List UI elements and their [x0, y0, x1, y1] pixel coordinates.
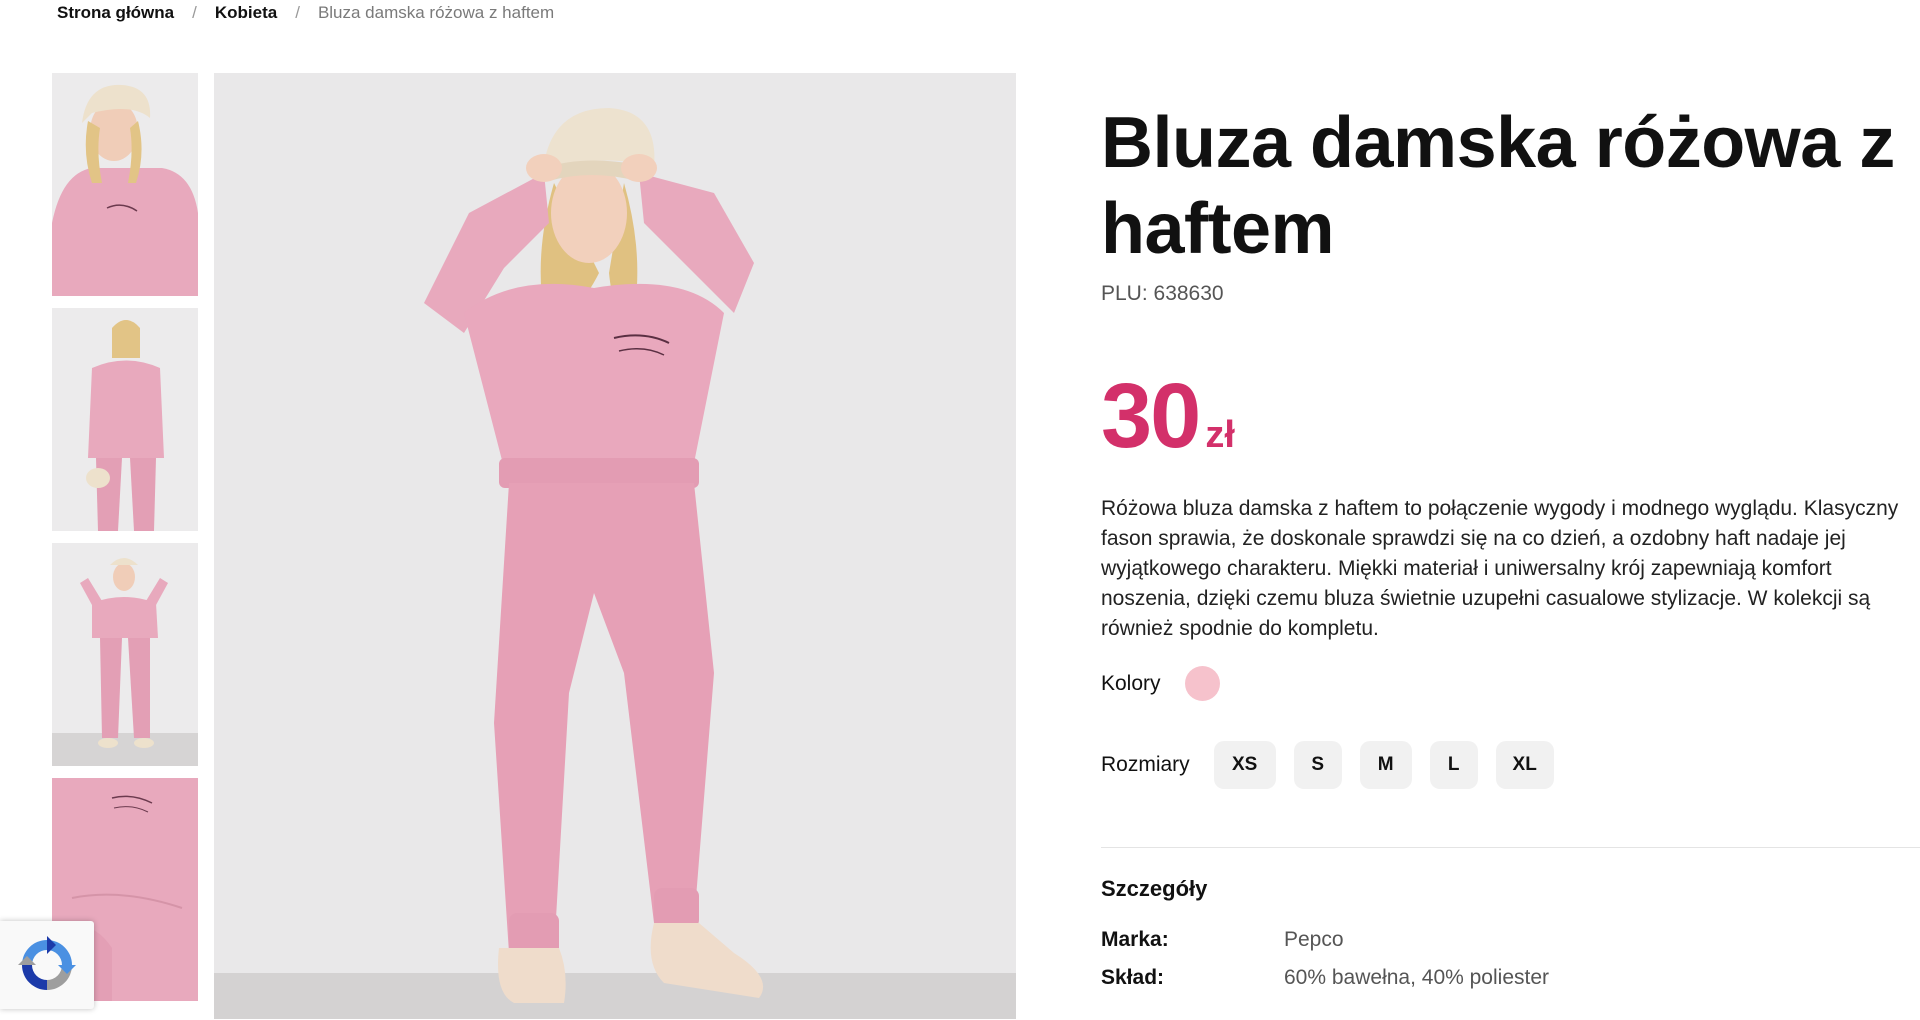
product-photo-thumbnail [52, 73, 198, 296]
detail-value: Pepco [1284, 928, 1344, 951]
thumbnail-1[interactable] [52, 73, 198, 296]
product-photo-thumbnail [52, 543, 198, 766]
thumbnail-3[interactable] [52, 543, 198, 766]
thumbnail-2[interactable] [52, 308, 198, 531]
detail-row-brand: Marka: Pepco [1101, 928, 1920, 952]
product-price: 30 zł [1101, 368, 1920, 464]
size-button-s[interactable]: S [1293, 741, 1342, 789]
size-selector: Rozmiary XS S M L XL [1101, 741, 1920, 789]
size-button-xs[interactable]: XS [1213, 741, 1276, 789]
breadcrumb: Strona główna / Kobieta / Bluza damska r… [57, 0, 554, 26]
breadcrumb-home-link[interactable]: Strona główna [57, 3, 174, 23]
section-divider [1101, 847, 1920, 848]
details-title: Szczegóły [1101, 876, 1208, 901]
breadcrumb-separator: / [192, 3, 197, 22]
product-photo-thumbnail [52, 308, 198, 531]
detail-key: Skład: [1101, 966, 1165, 989]
sizes-label: Rozmiary [1101, 753, 1190, 776]
price-amount: 30 [1101, 365, 1201, 467]
color-swatch-pink[interactable] [1184, 666, 1220, 701]
product-photo-main [214, 73, 1016, 1019]
price-currency: zł [1205, 414, 1235, 456]
product-title: Bluza damska różowa z haftem [1101, 103, 1895, 269]
size-button-xl[interactable]: XL [1495, 741, 1554, 789]
breadcrumb-category-link[interactable]: Kobieta [215, 3, 277, 23]
color-selector: Kolory [1101, 666, 1920, 701]
thumbnail-list [52, 73, 198, 1013]
detail-row-composition: Skład: 60% bawełna, 40% poliester [1101, 966, 1920, 990]
main-product-image[interactable] [214, 73, 1016, 1019]
detail-value: 60% bawełna, 40% poliester [1284, 966, 1550, 989]
product-description: Różowa bluza damska z haftem to połączen… [1101, 497, 1899, 640]
product-info: Bluza damska różowa z haftem PLU: 638630… [1101, 100, 1920, 990]
product-plu: PLU: 638630 [1101, 282, 1224, 305]
size-button-m[interactable]: M [1359, 741, 1412, 789]
size-button-l[interactable]: L [1429, 741, 1478, 789]
recaptcha-badge[interactable] [0, 921, 94, 1009]
detail-key: Marka: [1101, 928, 1169, 951]
breadcrumb-current: Bluza damska różowa z haftem [317, 3, 555, 22]
breadcrumb-separator: / [295, 3, 300, 22]
colors-label: Kolory [1101, 671, 1161, 695]
recaptcha-icon [18, 936, 76, 990]
